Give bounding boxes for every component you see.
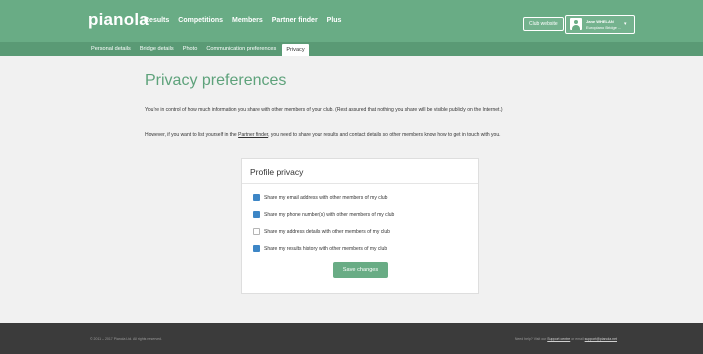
support-email-link[interactable]: support@pianola.net — [585, 337, 617, 341]
main-nav: Results Competitions Members Partner fin… — [144, 17, 350, 24]
footer: © 2011 – 2017 Pianola Ltd. All rights re… — [0, 323, 703, 354]
share-address-label: Share my address details with other memb… — [264, 228, 390, 235]
chevron-down-icon: ▾ — [624, 21, 627, 27]
help-text: Need help? Visit our Support centre or e… — [515, 337, 617, 341]
club-website-button[interactable]: Club website — [523, 17, 564, 31]
tab-personal-details[interactable]: Personal details — [91, 42, 131, 56]
divider — [242, 183, 478, 184]
nav-plus[interactable]: Plus — [327, 17, 342, 24]
nav-competitions[interactable]: Competitions — [178, 17, 223, 24]
nav-members[interactable]: Members — [232, 17, 263, 24]
top-navigation-bar: pianola Results Competitions Members Par… — [0, 0, 703, 42]
user-menu-button[interactable]: Jane WHELAN Europiano Bridge ... ▾ — [565, 15, 635, 34]
user-name: Jane WHELAN — [586, 19, 614, 24]
page-title: Privacy preferences — [145, 72, 287, 89]
user-club-name: Europiano Bridge ... — [586, 25, 622, 30]
partner-text-before: However, if you want to list yourself in… — [145, 132, 239, 138]
tab-photo[interactable]: Photo — [183, 42, 198, 56]
share-results-checkbox[interactable] — [253, 245, 260, 252]
share-phone-checkbox[interactable] — [253, 211, 260, 218]
save-changes-button[interactable]: Save changes — [333, 262, 388, 278]
help-mid: or email — [570, 337, 585, 341]
copyright-text: © 2011 – 2017 Pianola Ltd. All rights re… — [90, 337, 162, 341]
avatar — [570, 18, 582, 30]
settings-subnav: Personal details Bridge details Photo Co… — [0, 42, 703, 56]
share-email-checkbox[interactable] — [253, 194, 260, 201]
share-phone-label: Share my phone number(s) with other memb… — [264, 211, 395, 218]
tab-privacy[interactable]: Privacy — [282, 44, 309, 56]
support-centre-link[interactable]: Support centre — [547, 337, 570, 341]
share-results-option[interactable]: Share my results history with other memb… — [253, 245, 387, 252]
nav-results[interactable]: Results — [144, 17, 169, 24]
tab-communication-preferences[interactable]: Communication preferences — [206, 42, 276, 56]
help-prefix: Need help? Visit our — [514, 337, 548, 341]
share-address-checkbox[interactable] — [253, 228, 260, 235]
share-results-label: Share my results history with other memb… — [264, 245, 388, 252]
share-address-option[interactable]: Share my address details with other memb… — [253, 228, 390, 235]
share-email-label: Share my email address with other member… — [264, 194, 388, 201]
share-email-option[interactable]: Share my email address with other member… — [253, 194, 387, 201]
card-title: Profile privacy — [250, 167, 304, 177]
tab-bridge-details[interactable]: Bridge details — [140, 42, 174, 56]
nav-partner-finder[interactable]: Partner finder — [272, 17, 318, 24]
profile-privacy-card: Profile privacy Share my email address w… — [241, 158, 479, 294]
partner-finder-paragraph: However, if you want to list yourself in… — [145, 131, 590, 139]
page: pianola Results Competitions Members Par… — [0, 0, 703, 354]
partner-finder-link[interactable]: Partner finder — [238, 132, 268, 138]
share-phone-option[interactable]: Share my phone number(s) with other memb… — [253, 211, 394, 218]
intro-paragraph: You’re in control of how much informatio… — [145, 107, 503, 113]
partner-text-after: , you need to share your results and con… — [268, 132, 501, 138]
brand-logo[interactable]: pianola — [88, 10, 149, 30]
